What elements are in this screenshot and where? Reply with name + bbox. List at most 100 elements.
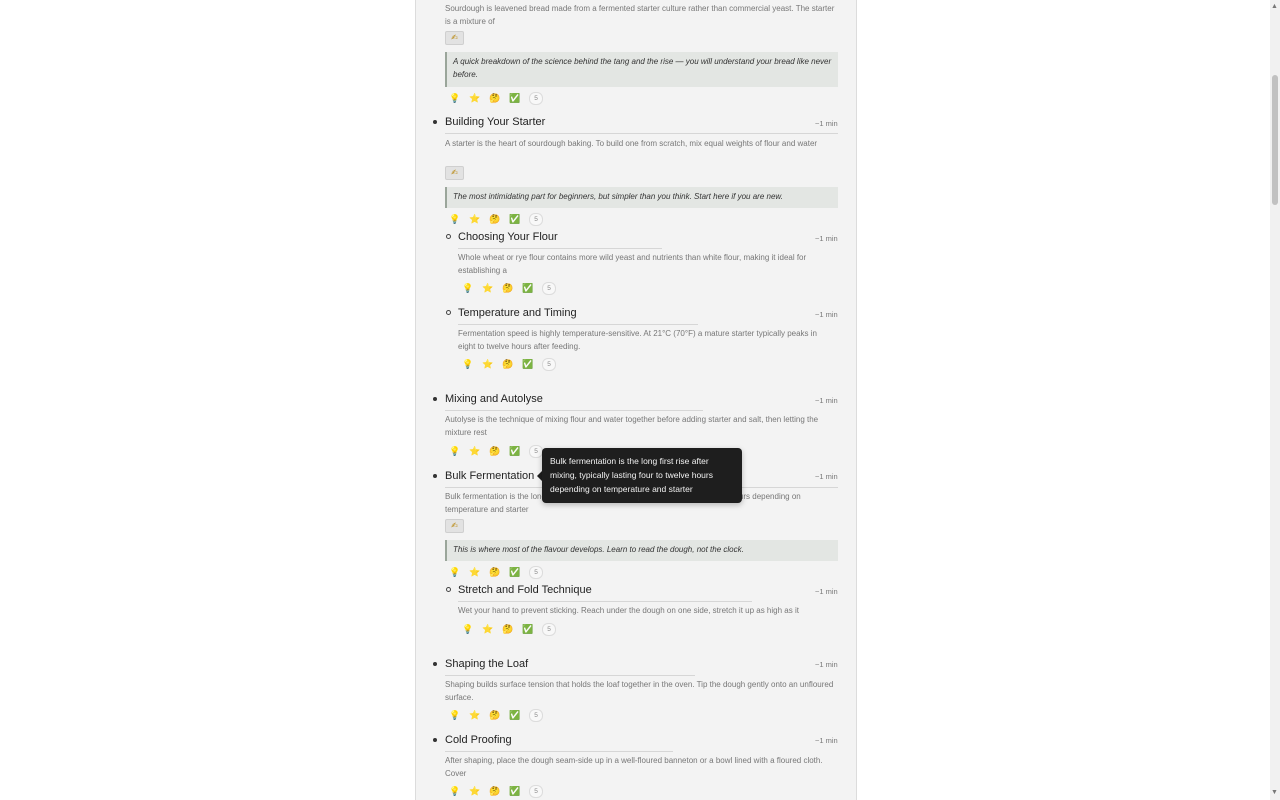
thinking-icon[interactable]: 🤔: [502, 282, 522, 294]
read-time: ~1 min: [815, 234, 838, 243]
edit-icon[interactable]: ✍: [445, 166, 464, 180]
lightbulb-icon[interactable]: 💡: [449, 213, 469, 225]
reaction-bar: 💡 ⭐ 🤔 ✅ 5: [462, 281, 556, 295]
title-underline: [445, 751, 673, 752]
thinking-icon[interactable]: 🤔: [489, 213, 509, 225]
reaction-bar: 💡 ⭐ 🤔 ✅ 5: [449, 91, 543, 105]
read-time: ~1 min: [815, 736, 838, 745]
scroll-up-icon[interactable]: ▲: [1271, 3, 1278, 10]
lightbulb-icon[interactable]: 💡: [449, 709, 469, 721]
check-icon[interactable]: ✅: [509, 445, 529, 457]
lightbulb-icon[interactable]: 💡: [462, 358, 482, 370]
section-body: Autolyse is the technique of mixing flou…: [445, 415, 819, 437]
reaction-bar: 💡 ⭐ 🤔 ✅ 5: [449, 212, 543, 226]
list-sub-bullet: [446, 587, 451, 592]
section-title[interactable]: Stretch and Fold Technique: [458, 584, 592, 596]
check-icon[interactable]: ✅: [509, 213, 529, 225]
reaction-count: 5: [542, 357, 556, 371]
title-underline: [458, 248, 662, 249]
thinking-icon[interactable]: 🤔: [489, 709, 509, 721]
read-time: ~1 min: [815, 587, 838, 596]
reaction-count: 5: [529, 91, 543, 105]
check-icon[interactable]: ✅: [509, 785, 529, 797]
text-cursor-icon: I: [637, 492, 641, 504]
reaction-count: 5: [529, 784, 543, 798]
thinking-icon[interactable]: 🤔: [489, 566, 509, 578]
reaction-bar: 💡 ⭐ 🤔 ✅ 5: [462, 622, 556, 636]
reaction-bar: 💡 ⭐ 🤔 ✅ 5: [462, 357, 556, 371]
star-icon[interactable]: ⭐: [482, 358, 502, 370]
section-title[interactable]: Temperature and Timing: [458, 307, 577, 319]
star-icon[interactable]: ⭐: [482, 623, 502, 635]
check-icon[interactable]: ✅: [522, 358, 542, 370]
section-title[interactable]: Bulk Fermentation: [445, 470, 534, 482]
intro-text: Sourdough is leavened bread made from a …: [445, 4, 835, 26]
star-icon[interactable]: ⭐: [469, 92, 489, 104]
reaction-count: 5: [542, 622, 556, 636]
lightbulb-icon[interactable]: 💡: [449, 785, 469, 797]
reaction-bar: 💡 ⭐ 🤔 ✅ 5: [449, 708, 543, 722]
check-icon[interactable]: ✅: [509, 566, 529, 578]
list-bullet: [433, 120, 437, 124]
read-time: ~1 min: [815, 472, 838, 481]
section-title[interactable]: Mixing and Autolyse: [445, 393, 543, 405]
section-title[interactable]: Choosing Your Flour: [458, 231, 558, 243]
definition-tooltip: Bulk fermentation is the long first rise…: [542, 448, 742, 503]
section-body: Whole wheat or rye flour contains more w…: [458, 253, 807, 275]
thinking-icon[interactable]: 🤔: [489, 445, 509, 457]
scrollbar-thumb[interactable]: [1272, 75, 1278, 205]
section-title[interactable]: Cold Proofing: [445, 734, 512, 746]
star-icon[interactable]: ⭐: [469, 213, 489, 225]
check-icon[interactable]: ✅: [522, 282, 542, 294]
reaction-count: 5: [529, 565, 543, 579]
section-body: A starter is the heart of sourdough baki…: [445, 139, 818, 148]
reaction-count: 5: [529, 444, 543, 458]
section-quote: The most intimidating part for beginners…: [445, 187, 838, 208]
title-underline: [445, 133, 838, 134]
scroll-down-icon[interactable]: ▼: [1271, 789, 1278, 796]
star-icon[interactable]: ⭐: [469, 566, 489, 578]
star-icon[interactable]: ⭐: [482, 282, 502, 294]
star-icon[interactable]: ⭐: [469, 785, 489, 797]
thinking-icon[interactable]: 🤔: [502, 358, 522, 370]
title-underline: [458, 601, 752, 602]
section-body: After shaping, place the dough seam-side…: [445, 756, 823, 778]
list-bullet: [433, 738, 437, 742]
edit-icon[interactable]: ✍: [445, 519, 464, 533]
list-sub-bullet: [446, 234, 451, 239]
intro-quote: A quick breakdown of the science behind …: [445, 52, 838, 87]
section-title[interactable]: Shaping the Loaf: [445, 658, 528, 670]
reaction-count: 5: [542, 281, 556, 295]
star-icon[interactable]: ⭐: [469, 709, 489, 721]
check-icon[interactable]: ✅: [509, 709, 529, 721]
lightbulb-icon[interactable]: 💡: [462, 282, 482, 294]
reaction-bar: 💡 ⭐ 🤔 ✅ 5: [449, 565, 543, 579]
read-time: ~1 min: [815, 396, 838, 405]
lightbulb-icon[interactable]: 💡: [462, 623, 482, 635]
thinking-icon[interactable]: 🤔: [502, 623, 522, 635]
check-icon[interactable]: ✅: [509, 92, 529, 104]
list-sub-bullet: [446, 310, 451, 315]
reaction-bar: 💡 ⭐ 🤔 ✅ 5: [449, 444, 543, 458]
section-title[interactable]: Building Your Starter: [445, 116, 545, 128]
reaction-count: 5: [529, 708, 543, 722]
section-body: Wet your hand to prevent sticking. Reach…: [458, 606, 799, 615]
thinking-icon[interactable]: 🤔: [489, 92, 509, 104]
list-bullet: [433, 397, 437, 401]
reaction-bar: 💡 ⭐ 🤔 ✅ 5: [449, 784, 543, 798]
reaction-count: 5: [529, 212, 543, 226]
edit-icon[interactable]: ✍: [445, 31, 464, 45]
read-time: ~1 min: [815, 310, 838, 319]
thinking-icon[interactable]: 🤔: [489, 785, 509, 797]
lightbulb-icon[interactable]: 💡: [449, 445, 469, 457]
lightbulb-icon[interactable]: 💡: [449, 566, 469, 578]
list-bullet: [433, 662, 437, 666]
check-icon[interactable]: ✅: [522, 623, 542, 635]
lightbulb-icon[interactable]: 💡: [449, 92, 469, 104]
read-time: ~1 min: [815, 660, 838, 669]
section-quote: This is where most of the flavour develo…: [445, 540, 838, 561]
read-time: ~1 min: [815, 119, 838, 128]
star-icon[interactable]: ⭐: [469, 445, 489, 457]
section-body: Fermentation speed is highly temperature…: [458, 329, 817, 351]
list-bullet: [433, 474, 437, 478]
